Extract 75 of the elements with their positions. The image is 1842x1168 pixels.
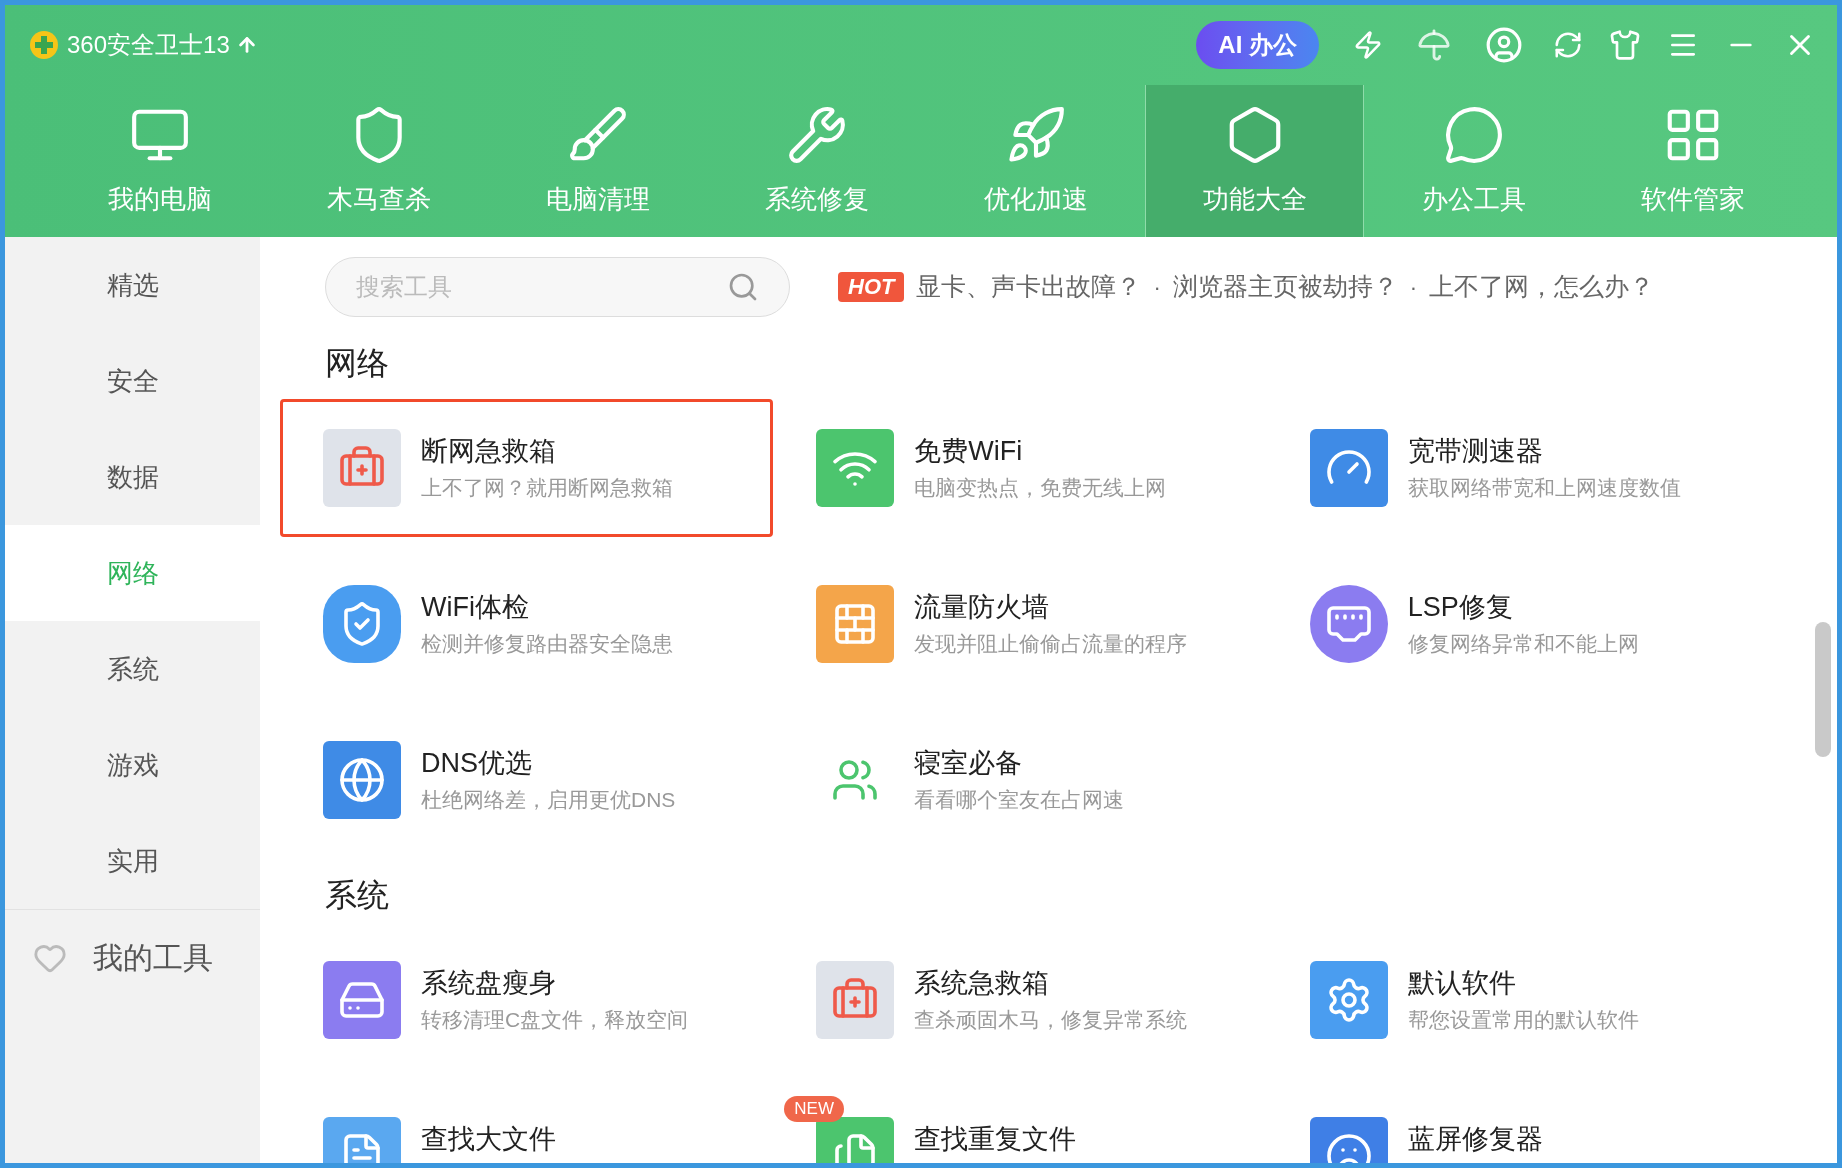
separator-dot: · — [1153, 273, 1161, 302]
tool-title: 查找大文件 — [421, 1123, 556, 1156]
tool-description: 帮您设置常用的默认软件 — [1407, 1007, 1639, 1033]
section-heading: 网络 — [324, 344, 390, 383]
new-badge: NEW — [784, 1096, 844, 1122]
tool-title: DNS优选 — [421, 747, 533, 780]
tool-item[interactable]: 蓝屏修复器 — [1266, 1087, 1760, 1163]
tool-description: 看看哪个室友在占网速 — [914, 787, 1125, 813]
tool-title: 寝室必备 — [914, 747, 1024, 780]
tool-title: 免费WiFi — [914, 435, 1024, 468]
tool-title: 系统急救箱 — [914, 967, 1051, 1000]
tool-item[interactable]: 免费WiFi 电脑变热点，免费无线上网 — [773, 399, 1267, 537]
globe-icon — [323, 741, 401, 819]
hot-link[interactable]: 显卡、声卡出故障？ — [916, 268, 1142, 306]
tool-description: 发现并阻止偷偷占流量的程序 — [914, 631, 1188, 657]
my-tools-link[interactable]: 我的工具 — [93, 935, 213, 980]
shield-icon — [323, 585, 401, 663]
lightning-icon[interactable] — [1353, 30, 1383, 60]
sidebar-item[interactable]: 安全 — [5, 333, 260, 429]
tool-item[interactable]: 宽带测速器 获取网络带宽和上网速度数值 — [1266, 399, 1760, 537]
tool-item[interactable]: 系统急救箱 查杀顽固木马，修复异常系统 — [773, 931, 1267, 1069]
skin-icon[interactable] — [1609, 29, 1641, 61]
tool-title: 流量防火墙 — [914, 591, 1051, 624]
tool-description: 杜绝网络差，启用更优DNS — [421, 787, 676, 813]
tool-description: 查杀顽固木马，修复异常系统 — [914, 1007, 1188, 1033]
tool-description: 检测并修复路由器安全隐患 — [421, 631, 673, 657]
sidebar-item[interactable]: 精选 — [5, 237, 260, 333]
tool-title: LSP修复 — [1407, 591, 1514, 624]
tool-description: 获取网络带宽和上网速度数值 — [1407, 475, 1681, 501]
hot-link[interactable]: 上不了网，怎么办？ — [1429, 268, 1655, 306]
tool-title: 宽带测速器 — [1407, 435, 1544, 468]
refresh-icon[interactable] — [1553, 30, 1583, 60]
ai-office-button[interactable]: AI 办公 — [1196, 21, 1319, 69]
tool-item[interactable]: 查找大文件 — [280, 1087, 774, 1163]
tool-item[interactable]: WiFi体检 检测并修复路由器安全隐患 — [280, 555, 774, 693]
sidebar-item[interactable]: 数据 — [5, 429, 260, 525]
tool-item[interactable]: 系统盘瘦身 转移清理C盘文件，释放空间 — [280, 931, 774, 1069]
tool-item[interactable]: 断网急救箱 上不了网？就用断网急救箱 — [280, 399, 774, 537]
sidebar-item[interactable]: 游戏 — [5, 717, 260, 813]
logo-icon — [29, 30, 59, 60]
search-field[interactable]: 搜索工具 — [325, 257, 790, 317]
tool-title: 默认软件 — [1407, 967, 1517, 1000]
tool-item[interactable]: 流量防火墙 发现并阻止偷偷占流量的程序 — [773, 555, 1267, 693]
tool-description: 转移清理C盘文件，释放空间 — [421, 1007, 689, 1033]
sidebar-item[interactable]: 实用 — [5, 813, 260, 909]
tool-title: 系统盘瘦身 — [421, 967, 557, 1000]
section-heading: 系统 — [324, 876, 390, 915]
search-icon[interactable] — [727, 271, 759, 303]
tool-item[interactable]: 寝室必备 看看哪个室友在占网速 — [773, 711, 1267, 849]
window-title: 360安全卫士13 — [67, 30, 230, 60]
hot-link[interactable]: 浏览器主页被劫持？ — [1172, 268, 1398, 306]
first-aid-kit-icon — [816, 961, 895, 1039]
separator-dot: · — [1409, 273, 1418, 302]
avatar-icon[interactable] — [1485, 26, 1523, 64]
sidebar-item[interactable]: 系统 — [5, 621, 260, 717]
tool-item[interactable]: DNS优选 杜绝网络差，启用更优DNS — [280, 711, 774, 849]
wifi-icon — [816, 429, 895, 507]
tool-title: 查找重复文件 — [914, 1123, 1077, 1156]
tool-title: 蓝屏修复器 — [1407, 1123, 1543, 1156]
hot-badge: HOT — [838, 272, 905, 302]
tool-item[interactable]: 默认软件 帮您设置常用的默认软件 — [1266, 931, 1760, 1069]
tool-item[interactable]: NEW 查找重复文件 — [773, 1087, 1267, 1163]
tool-description: 修复网络异常和不能上网 — [1407, 631, 1639, 657]
tool-item[interactable]: LSP修复 修复网络异常和不能上网 — [1266, 555, 1760, 693]
search-input[interactable]: 搜索工具 — [356, 269, 727, 305]
gauge-icon — [1309, 429, 1388, 507]
umbrella-icon[interactable] — [1417, 28, 1451, 62]
gear-window-icon — [1309, 961, 1388, 1039]
scrollbar-thumb[interactable] — [1815, 622, 1831, 757]
tool-description: 上不了网？就用断网急救箱 — [421, 475, 673, 501]
tool-title: 断网急救箱 — [421, 435, 557, 468]
tool-title: WiFi体检 — [421, 591, 530, 624]
first-aid-kit-icon — [323, 429, 401, 507]
firewall-icon — [816, 585, 895, 663]
tool-description: 电脑变热点，免费无线上网 — [914, 475, 1167, 501]
